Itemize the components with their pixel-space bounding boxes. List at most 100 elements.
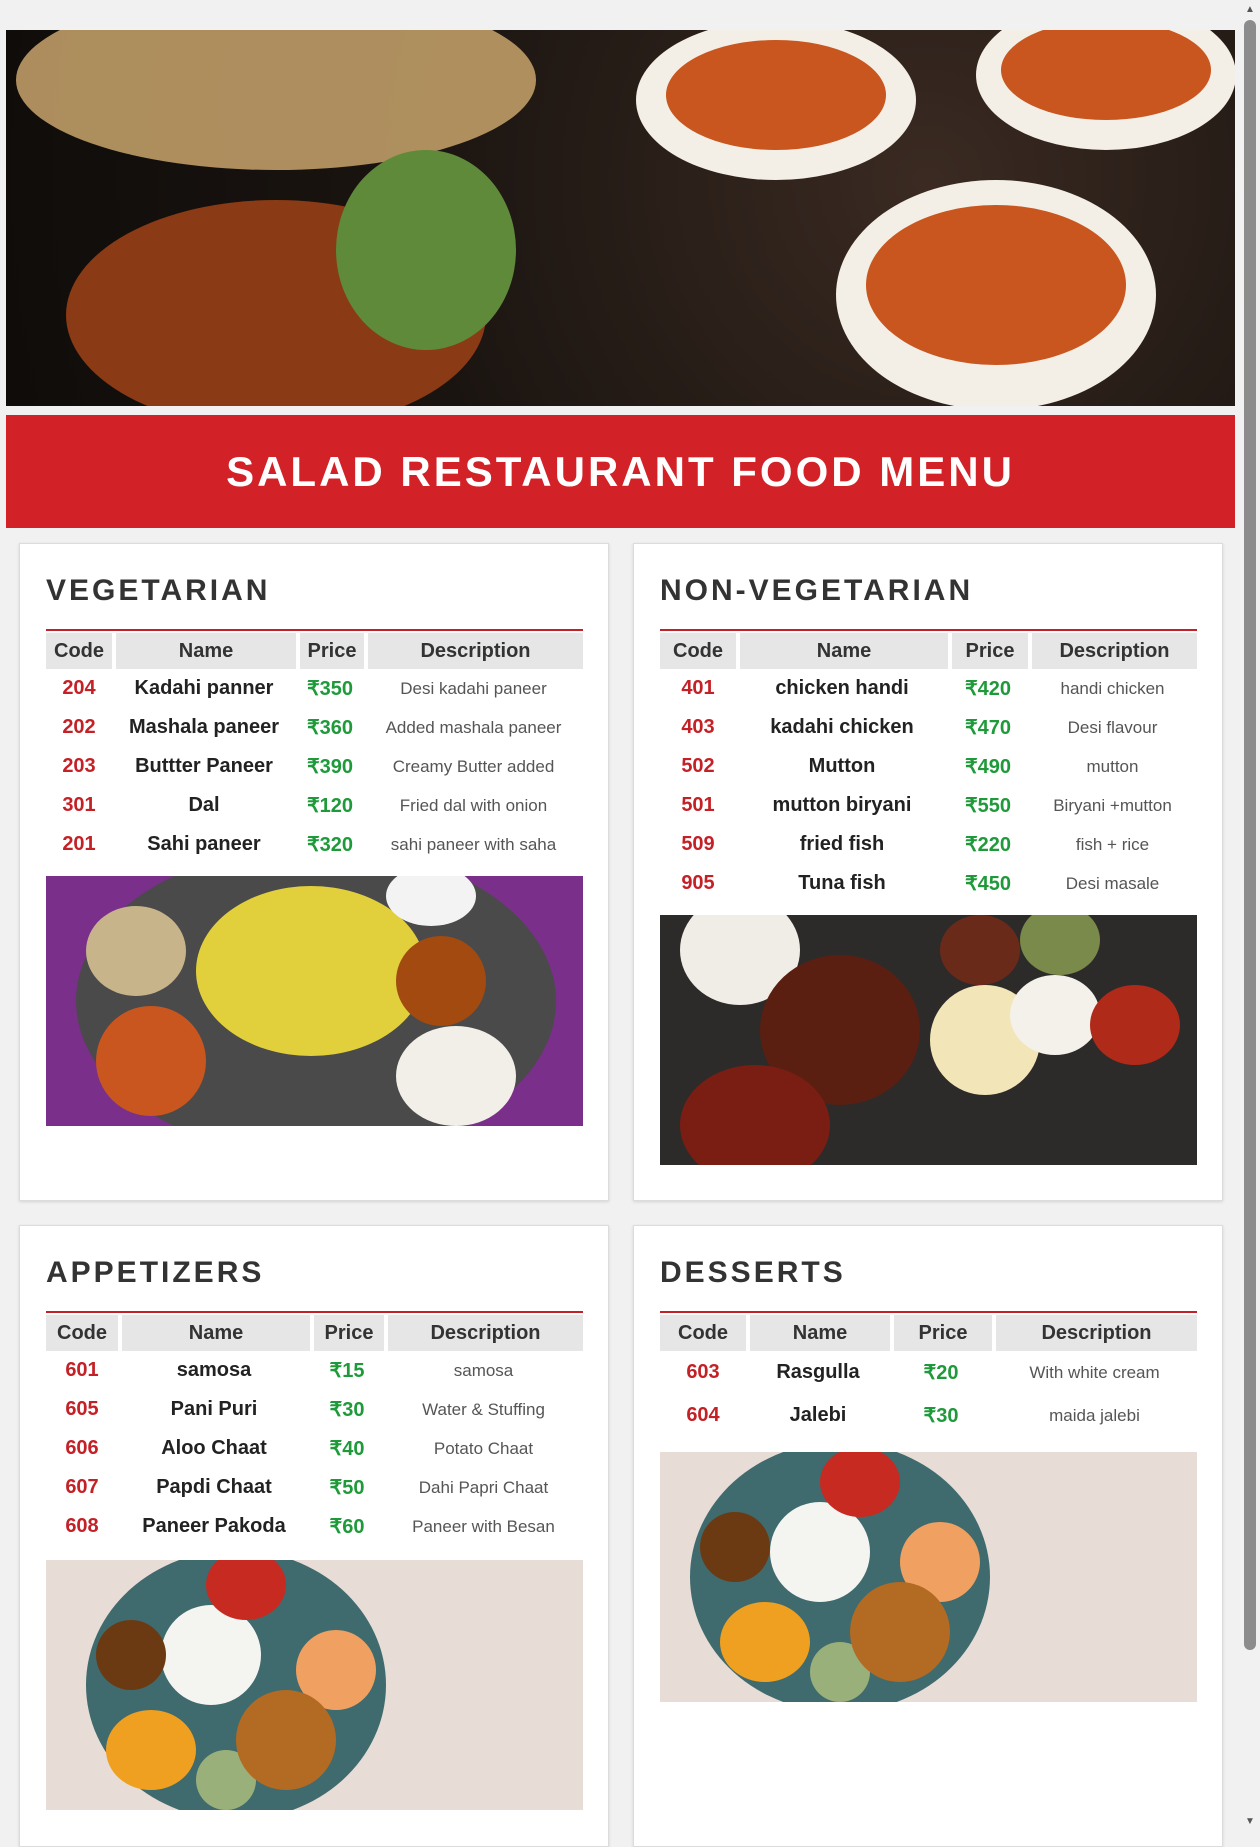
column-header-description: Description <box>1028 633 1197 669</box>
item-code: 603 <box>686 1361 720 1383</box>
scroll-up-arrow-icon[interactable]: ▲ <box>1244 4 1256 16</box>
column-header-code: Code <box>660 633 736 669</box>
column-header-price: Price <box>310 1315 384 1351</box>
item-code: 201 <box>62 833 96 855</box>
item-price: ₹470 <box>964 717 1012 739</box>
column-header-code: Code <box>46 1315 118 1351</box>
desserts-platter-image <box>660 1452 1197 1702</box>
item-name: samosa <box>176 1359 252 1381</box>
section-heading: DESSERTS <box>660 1256 846 1289</box>
item-price: ₹30 <box>329 1399 365 1421</box>
table-row: 403 kadahi chicken ₹470 Desi flavour <box>660 708 1197 747</box>
item-description: Biryani +mutton <box>1053 795 1172 815</box>
column-header-name: Name <box>736 633 948 669</box>
table-header-row: Code Name Price Description <box>46 1315 583 1351</box>
item-code: 502 <box>681 755 715 777</box>
item-code: 605 <box>65 1398 99 1420</box>
item-code: 905 <box>681 872 715 894</box>
table-row: 905 Tuna fish ₹450 Desi masale <box>660 864 1197 903</box>
non-veg-platter-image <box>660 915 1197 1165</box>
item-description: Creamy Butter added <box>392 756 555 776</box>
table-row: 605 Pani Puri ₹30 Water & Stuffing <box>46 1390 583 1429</box>
column-header-code: Code <box>660 1315 746 1351</box>
item-name: Kadahi panner <box>134 677 274 699</box>
table-header-row: Code Name Price Description <box>660 633 1197 669</box>
appetizers-platter-image <box>46 1560 583 1810</box>
item-name: Pani Puri <box>170 1398 258 1420</box>
table-row: 601 samosa ₹15 samosa <box>46 1351 583 1390</box>
item-name: Buttter Paneer <box>135 755 273 777</box>
item-price: ₹550 <box>964 795 1012 817</box>
item-description: With white cream <box>1029 1362 1160 1382</box>
item-description: Dahi Papri Chaat <box>418 1477 549 1497</box>
menu-table: Code Name Price Description 204 Kadahi p… <box>46 633 583 864</box>
section-divider <box>46 1311 583 1313</box>
menu-table: Code Name Price Description 401 chicken … <box>660 633 1197 903</box>
section-divider <box>660 1311 1197 1313</box>
item-description: Desi flavour <box>1067 717 1158 737</box>
item-price: ₹350 <box>306 678 354 700</box>
item-description: Desi masale <box>1065 873 1160 893</box>
item-code: 501 <box>681 794 715 816</box>
column-header-description: Description <box>992 1315 1197 1351</box>
column-header-price: Price <box>296 633 364 669</box>
item-price: ₹420 <box>964 678 1012 700</box>
item-description: sahi paneer with saha <box>390 834 557 854</box>
item-price: ₹60 <box>329 1516 365 1538</box>
item-price: ₹490 <box>964 756 1012 778</box>
section-heading: VEGETARIAN <box>46 574 271 607</box>
item-name: Jalebi <box>789 1404 847 1426</box>
item-description: maida jalebi <box>1049 1405 1140 1425</box>
item-price: ₹30 <box>923 1405 959 1427</box>
section-appetizers: APPETIZERS Code Name Price Description 6… <box>19 1225 609 1847</box>
column-header-description: Description <box>384 1315 583 1351</box>
item-description: Water & Stuffing <box>422 1399 545 1419</box>
table-row: 203 Buttter Paneer ₹390 Creamy Butter ad… <box>46 747 583 786</box>
table-row: 604 Jalebi ₹30 maida jalebi <box>660 1394 1197 1437</box>
column-header-description: Description <box>364 633 583 669</box>
item-name: Paneer Pakoda <box>142 1515 286 1537</box>
table-header-row: Code Name Price Description <box>660 1315 1197 1351</box>
item-price: ₹320 <box>306 834 354 856</box>
vegetarian-thali-image <box>46 876 583 1126</box>
table-row: 204 Kadahi panner ₹350 Desi kadahi panee… <box>46 669 583 708</box>
scroll-down-arrow-icon[interactable]: ▼ <box>1244 1816 1256 1828</box>
section-divider <box>46 629 583 631</box>
table-row: 301 Dal ₹120 Fried dal with onion <box>46 786 583 825</box>
section-heading: APPETIZERS <box>46 1256 265 1289</box>
scrollbar-thumb[interactable] <box>1244 20 1256 1650</box>
item-code: 203 <box>62 755 96 777</box>
item-name: Mutton <box>808 755 876 777</box>
table-row: 502 Mutton ₹490 mutton <box>660 747 1197 786</box>
item-code: 604 <box>686 1404 720 1426</box>
item-code: 204 <box>62 677 96 699</box>
item-price: ₹390 <box>306 756 354 778</box>
item-description: Paneer with Besan <box>412 1516 555 1536</box>
item-name: Aloo Chaat <box>161 1437 267 1459</box>
page-title: SALAD RESTAURANT FOOD MENU <box>226 447 1015 495</box>
item-description: Fried dal with onion <box>399 795 548 815</box>
table-row: 501 mutton biryani ₹550 Biryani +mutton <box>660 786 1197 825</box>
item-name: Mashala paneer <box>128 716 280 738</box>
item-name: fried fish <box>799 833 885 855</box>
item-code: 202 <box>62 716 96 738</box>
item-price: ₹50 <box>329 1477 365 1499</box>
item-price: ₹40 <box>329 1438 365 1460</box>
item-price: ₹360 <box>306 717 354 739</box>
item-name: Dal <box>188 794 220 816</box>
item-description: fish + rice <box>1075 834 1150 854</box>
item-description: Potato Chaat <box>433 1438 534 1458</box>
vertical-scrollbar[interactable]: ▲ ▼ <box>1240 0 1260 1832</box>
item-name: mutton biryani <box>772 794 912 816</box>
section-vegetarian: VEGETARIAN Code Name Price Description 2… <box>19 543 609 1201</box>
item-name: Sahi paneer <box>147 833 261 855</box>
item-code: 601 <box>65 1359 99 1381</box>
item-price: ₹120 <box>306 795 354 817</box>
column-header-name: Name <box>746 1315 890 1351</box>
menu-title-banner: SALAD RESTAURANT FOOD MENU <box>6 415 1235 528</box>
item-description: Desi kadahi paneer <box>400 678 547 698</box>
menu-page: SALAD RESTAURANT FOOD MENU VEGETARIAN Co… <box>0 0 1240 1847</box>
item-code: 401 <box>681 677 715 699</box>
section-desserts: DESSERTS Code Name Price Description 603… <box>633 1225 1223 1847</box>
item-code: 403 <box>681 716 715 738</box>
